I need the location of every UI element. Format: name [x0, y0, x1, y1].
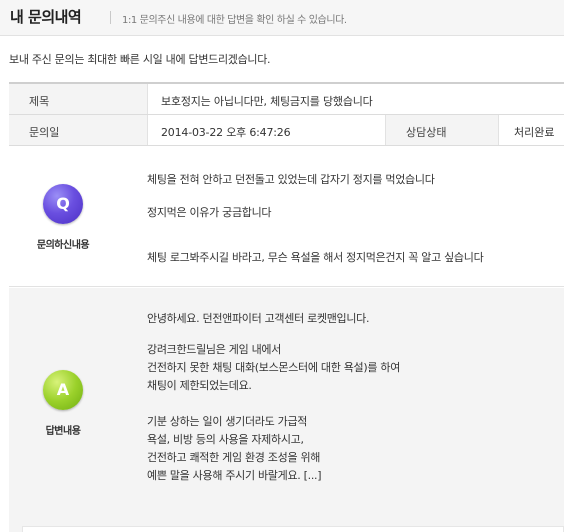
status-label: 상담상태 — [406, 126, 447, 139]
page-subtitle: 1:1 문의주신 내용에 대한 답변을 확인 하실 수 있습니다. — [122, 15, 347, 26]
question-line: 체팅 로그봐주시길 바라고, 무슨 욕설을 해서 정지먹은건지 꼭 알고 싶습니… — [147, 251, 484, 264]
question-section: Q 문의하신내용 체팅을 전혀 안하고 던전돌고 있었는데 갑자기 정지를 먹었… — [9, 147, 564, 287]
page-header: 내 문의내역 1:1 문의주신 내용에 대한 답변을 확인 하실 수 있습니다. — [0, 0, 564, 36]
page-title: 내 문의내역 — [10, 8, 82, 26]
subject-row: 제목 보호정지는 아닙니다만, 체팅금지를 당했습니다 — [9, 84, 564, 115]
question-badge-icon: Q — [43, 184, 83, 224]
date-value: 2014-03-22 오후 6:47:26 — [161, 126, 291, 139]
reply-box — [22, 526, 564, 532]
answer-line: 예쁜 말을 사용해 주시기 바랄게요. [...] — [147, 469, 322, 482]
answer-section: A 답변내용 안녕하세요. 던전앤파이터 고객센터 로켓맨입니다. 강려크한드릴… — [9, 288, 564, 532]
answer-caption: 답변내용 — [45, 426, 81, 437]
date-label: 문의일 — [29, 126, 60, 139]
answer-line: 강려크한드릴님은 게임 내에서 — [147, 343, 282, 356]
answer-line: 안녕하세요. 던전앤파이터 고객센터 로켓맨입니다. — [147, 312, 370, 325]
answer-line: 욕설, 비방 등의 사용을 자제하시고, — [147, 433, 304, 446]
subject-label: 제목 — [29, 95, 50, 108]
date-label-cell: 문의일 — [9, 115, 148, 145]
answer-line: 건전하지 못한 채팅 대화(보스몬스터에 대한 욕설)를 하여 — [147, 361, 401, 374]
answer-line: 기분 상하는 일이 생기더라도 가급적 — [147, 415, 308, 428]
answer-badge-icon: A — [43, 370, 83, 410]
subject-label-cell: 제목 — [9, 84, 148, 114]
title-divider — [110, 11, 111, 24]
status-value: 처리완료 — [514, 126, 555, 139]
question-caption: 문의하신내용 — [36, 240, 90, 251]
notice-text: 보내 주신 문의는 최대한 빠른 시일 내에 답변드리겠습니다. — [9, 53, 271, 66]
answer-line: 채팅이 제한되었는데요. — [147, 379, 252, 392]
date-status-row: 문의일 2014-03-22 오후 6:47:26 상담상태 처리완료 — [9, 115, 564, 146]
question-line: 정지먹은 이유가 궁금합니다 — [147, 206, 272, 219]
question-line: 체팅을 전혀 안하고 던전돌고 있었는데 갑자기 정지를 먹었습니다 — [147, 173, 435, 186]
status-label-cell: 상담상태 — [385, 115, 499, 145]
inquiry-info-table: 제목 보호정지는 아닙니다만, 체팅금지를 당했습니다 문의일 2014-03-… — [9, 82, 564, 146]
answer-line: 건전하고 쾌적한 게임 환경 조성을 위해 — [147, 451, 321, 464]
subject-value: 보호정지는 아닙니다만, 체팅금지를 당했습니다 — [161, 95, 373, 108]
